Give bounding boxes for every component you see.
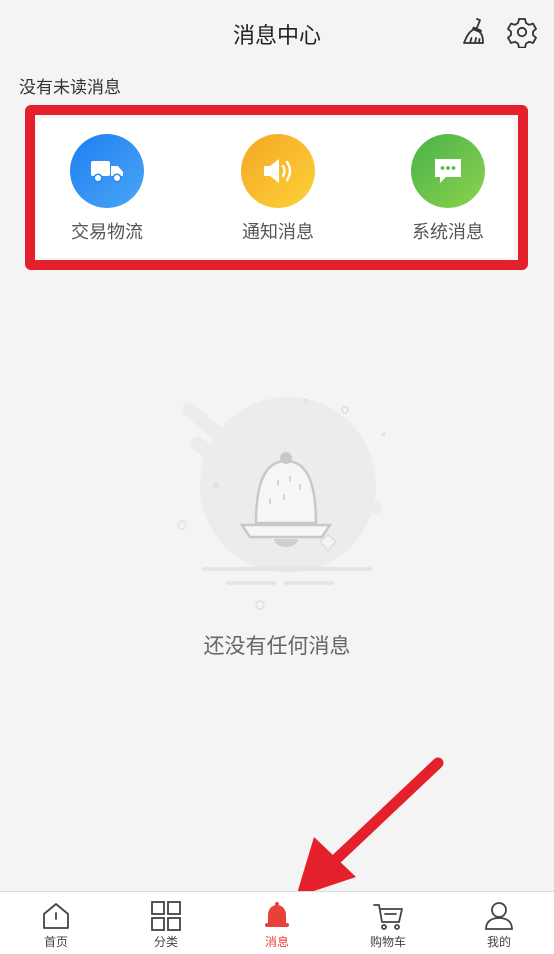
tab-label: 首页 [43, 935, 68, 949]
tab-category[interactable]: 分类 [111, 892, 221, 954]
user-icon [485, 902, 513, 930]
message-category-card: 交易物流 通知消息 系统消息 [36, 118, 514, 258]
tab-label: 消息 [264, 935, 289, 949]
bell-illustration [170, 385, 390, 615]
tab-mine[interactable]: 我的 [444, 892, 554, 954]
category-label: 交易物流 [71, 222, 143, 243]
bell-icon [265, 902, 289, 927]
tab-home[interactable]: 首页 [1, 892, 111, 954]
bottom-tab-bar: 首页 分类 消息 购物车 我的 [0, 891, 554, 954]
gear-icon[interactable] [506, 16, 538, 49]
annotation-arrow [270, 755, 450, 905]
category-trade-logistics[interactable]: 交易物流 [52, 134, 162, 244]
empty-state-text: 还没有任何消息 [203, 634, 351, 658]
tab-cart[interactable]: 购物车 [333, 892, 443, 954]
tab-messages[interactable]: 消息 [222, 892, 332, 954]
tab-label: 我的 [486, 935, 511, 949]
category-notifications[interactable]: 通知消息 [223, 134, 333, 244]
cart-icon [373, 904, 403, 930]
header: 消息中心 [0, 0, 554, 66]
category-system-messages[interactable]: 系统消息 [393, 134, 503, 244]
message-center-page: 消息中心 没有未读消息 交易物流 通知消息 系统消息 还没有任何消息 首页 分类… [0, 0, 554, 954]
tab-label: 分类 [153, 935, 178, 949]
speaker-icon [241, 134, 315, 208]
grid-icon [151, 901, 181, 931]
category-label: 通知消息 [242, 222, 314, 243]
unread-status-text: 没有未读消息 [19, 78, 121, 98]
tab-label: 购物车 [369, 935, 406, 949]
truck-icon [70, 134, 144, 208]
category-label: 系统消息 [412, 222, 484, 243]
chat-bubble-icon [411, 134, 485, 208]
home-icon [43, 903, 69, 929]
broom-icon[interactable] [460, 16, 492, 48]
